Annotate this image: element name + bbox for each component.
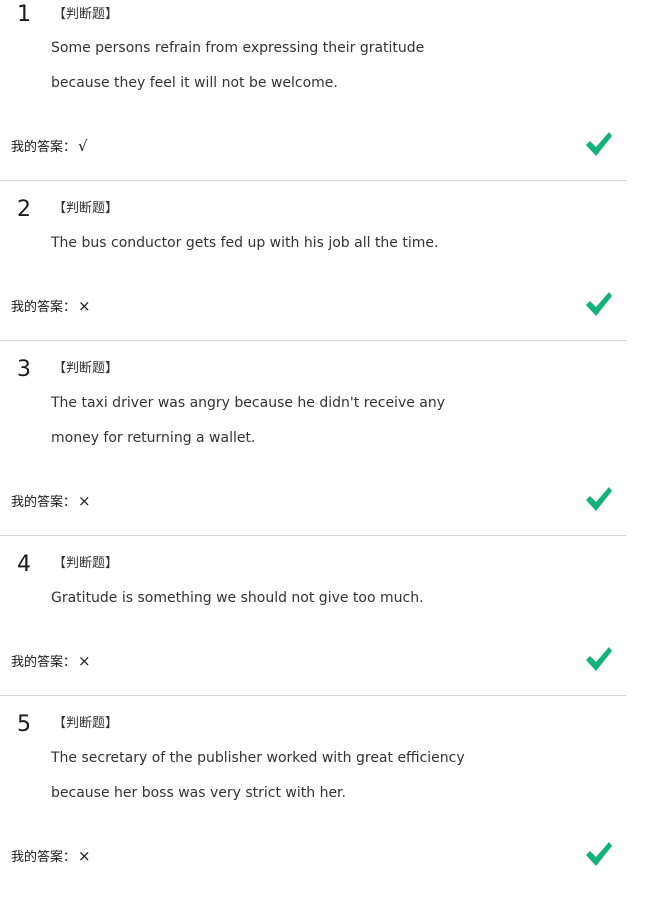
question-number: 5	[17, 712, 31, 737]
correct-check-icon	[586, 647, 612, 671]
my-answer-label: 我的答案：	[11, 495, 77, 510]
question-text-line: because they feel it will not be welcome…	[51, 75, 338, 91]
question-item: 4 【判断题】 Gratitude is something we should…	[0, 536, 626, 696]
my-answer-label: 我的答案：	[11, 300, 77, 315]
question-text: Gratitude is something we should not giv…	[51, 581, 424, 616]
my-answer-value: ×	[78, 492, 91, 510]
question-type-label: 【判断题】	[53, 556, 119, 571]
question-number: 3	[17, 357, 31, 382]
my-answer: 我的答案： ×	[11, 492, 91, 512]
correct-check-icon	[586, 487, 612, 511]
my-answer-value: √	[78, 137, 88, 155]
question-text-line: The secretary of the publisher worked wi…	[51, 750, 465, 766]
my-answer-label: 我的答案：	[11, 850, 77, 865]
question-type-label: 【判断题】	[53, 201, 119, 216]
question-item: 1 【判断题】 Some persons refrain from expres…	[0, 0, 626, 181]
question-number: 2	[17, 197, 31, 222]
my-answer-value: ×	[78, 847, 91, 865]
question-text: The bus conductor gets fed up with his j…	[51, 226, 438, 261]
question-number: 1	[17, 2, 31, 27]
question-text-line: because her boss was very strict with he…	[51, 785, 346, 801]
correct-check-icon	[586, 842, 612, 866]
my-answer-value: ×	[78, 297, 91, 315]
question-number: 4	[17, 552, 31, 577]
question-item: 2 【判断题】 The bus conductor gets fed up wi…	[0, 181, 626, 341]
my-answer: 我的答案： √	[11, 137, 88, 157]
correct-check-icon	[586, 292, 612, 316]
question-text: Some persons refrain from expressing the…	[51, 31, 424, 101]
question-item: 3 【判断题】 The taxi driver was angry becaus…	[0, 341, 626, 536]
my-answer-label: 我的答案：	[11, 655, 77, 670]
question-text-line: The taxi driver was angry because he did…	[51, 395, 446, 411]
question-text-line: Gratitude is something we should not giv…	[51, 590, 424, 606]
question-text: The secretary of the publisher worked wi…	[51, 741, 465, 811]
question-text-line: The bus conductor gets fed up with his j…	[51, 235, 439, 251]
question-type-label: 【判断题】	[53, 7, 119, 22]
my-answer-label: 我的答案：	[11, 140, 77, 155]
question-text: The taxi driver was angry because he did…	[51, 386, 445, 456]
question-text-line: Some persons refrain from expressing the…	[51, 40, 425, 56]
my-answer: 我的答案： ×	[11, 847, 91, 867]
question-type-label: 【判断题】	[53, 716, 119, 731]
question-item: 5 【判断题】 The secretary of the publisher w…	[0, 696, 626, 903]
correct-check-icon	[586, 132, 612, 156]
my-answer-value: ×	[78, 652, 91, 670]
my-answer: 我的答案： ×	[11, 297, 91, 317]
question-type-label: 【判断题】	[53, 361, 119, 376]
question-text-line: money for returning a wallet.	[51, 430, 256, 446]
my-answer: 我的答案： ×	[11, 652, 91, 672]
